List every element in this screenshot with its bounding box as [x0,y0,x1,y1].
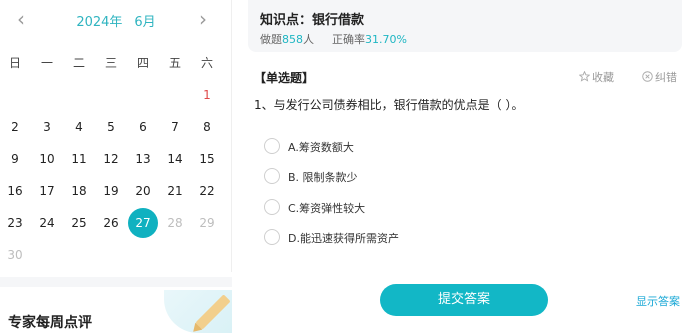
calendar-day[interactable]: 28 [160,212,190,234]
weekday-label: 六 [200,56,213,70]
weekday-label: 四 [136,56,149,70]
favorite-label: 收藏 [592,71,614,84]
section-divider [0,277,232,287]
calendar-day[interactable]: 22 [192,180,222,202]
done-suffix: 人 [303,33,314,46]
knowledge-point-title: 知识点：银行借款 [260,13,365,28]
calendar-day[interactable]: 9 [0,148,30,170]
calendar-row: 9 10 11 12 13 14 15 [0,148,224,180]
calendar-month: 6月 [134,15,156,30]
calendar-row: 23 24 25 26 27 28 29 [0,208,224,244]
option-label: B. 限制条款少 [288,171,358,184]
radio-button[interactable] [264,199,280,215]
calendar-day[interactable]: 14 [160,148,190,170]
calendar-row: 30 [0,244,224,276]
calendar-day[interactable]: 13 [128,148,158,170]
calendar-day[interactable]: 5 [96,116,126,138]
report-error-button[interactable]: 纠错 [642,69,677,85]
knowledge-point-card: 知识点：银行借款 做题858人 正确率31.70% [248,0,682,52]
weekday-label: 三 [104,56,117,70]
chevron-right-icon[interactable]: › [191,8,215,32]
calendar-row: 16 17 18 19 20 21 22 [0,180,224,212]
calendar-day[interactable]: 19 [96,180,126,202]
calendar-row: 1 [0,84,224,116]
calendar-day[interactable]: 8 [192,116,222,138]
calendar-day[interactable]: 26 [96,212,126,234]
calendar-day[interactable]: 20 [128,180,158,202]
calendar-day[interactable]: 10 [32,148,62,170]
accuracy-prefix: 正确率 [332,33,365,46]
show-answer-link[interactable]: 显示答案 [636,293,680,309]
calendar-row: 日一二三四五六 [0,52,224,84]
option-label: C.筹资弹性较大 [288,202,366,215]
calendar-day[interactable]: 30 [0,244,30,266]
accuracy-value: 31.70% [365,33,407,46]
calendar-day[interactable]: 2 [0,116,30,138]
close-circle-icon [642,71,653,82]
calendar-row: 2345678 [0,116,224,148]
calendar-header: ‹ 2024年 6月 › [0,8,232,32]
done-count: 858 [282,33,303,46]
done-prefix: 做题 [260,33,282,46]
submit-answer-button[interactable]: 提交答案 [380,284,548,316]
weekday-label: 五 [168,56,181,70]
expert-review-title: 专家每周点评 [8,315,92,331]
star-icon [579,71,590,82]
calendar-day[interactable]: 24 [32,212,62,234]
calendar-day[interactable]: 4 [64,116,94,138]
expert-review-section[interactable]: 专家每周点评 [0,290,232,333]
radio-button[interactable] [264,229,280,245]
calendar-day[interactable]: 6 [128,116,158,138]
calendar-panel: ‹ 2024年 6月 › 日一二三四五六 1 2 3 4 5 6 7 8 9 10 11 12 13 14 15… [0,0,232,272]
calendar-day[interactable]: 1 [192,84,222,106]
calendar-day[interactable]: 17 [32,180,62,202]
calendar-day[interactable]: 11 [64,148,94,170]
calendar-day[interactable]: 15 [192,148,222,170]
calendar-day[interactable]: 18 [64,180,94,202]
pencil-icon [195,294,231,330]
calendar-day[interactable]: 3 [32,116,62,138]
calendar-day[interactable]: 29 [192,212,222,234]
option-label: A.筹资数额大 [288,141,354,154]
calendar-year: 2024年 [76,15,123,30]
radio-button[interactable] [264,138,280,154]
question-text: 1、与发行公司债券相比，银行借款的优点是（ ）。 [254,98,524,112]
weekday-label: 日 [8,56,21,70]
knowledge-point-stats: 做题858人 正确率31.70% [260,31,407,47]
calendar-day[interactable]: 21 [160,180,190,202]
report-error-label: 纠错 [655,71,677,84]
calendar-day-today[interactable]: 27 [128,208,158,238]
calendar-day[interactable]: 16 [0,180,30,202]
favorite-button[interactable]: 收藏 [579,69,614,85]
calendar-day[interactable]: 25 [64,212,94,234]
calendar-day[interactable]: 7 [160,116,190,138]
calendar-day[interactable]: 23 [0,212,30,234]
question-type-label: 【单选题】 [254,71,315,85]
radio-button[interactable] [264,168,280,184]
calendar-day[interactable]: 12 [96,148,126,170]
weekday-label: 一 [40,56,53,70]
weekday-label: 二 [72,56,85,70]
expert-banner-decoration [164,290,232,333]
option-label: D.能迅速获得所需资产 [288,232,399,245]
